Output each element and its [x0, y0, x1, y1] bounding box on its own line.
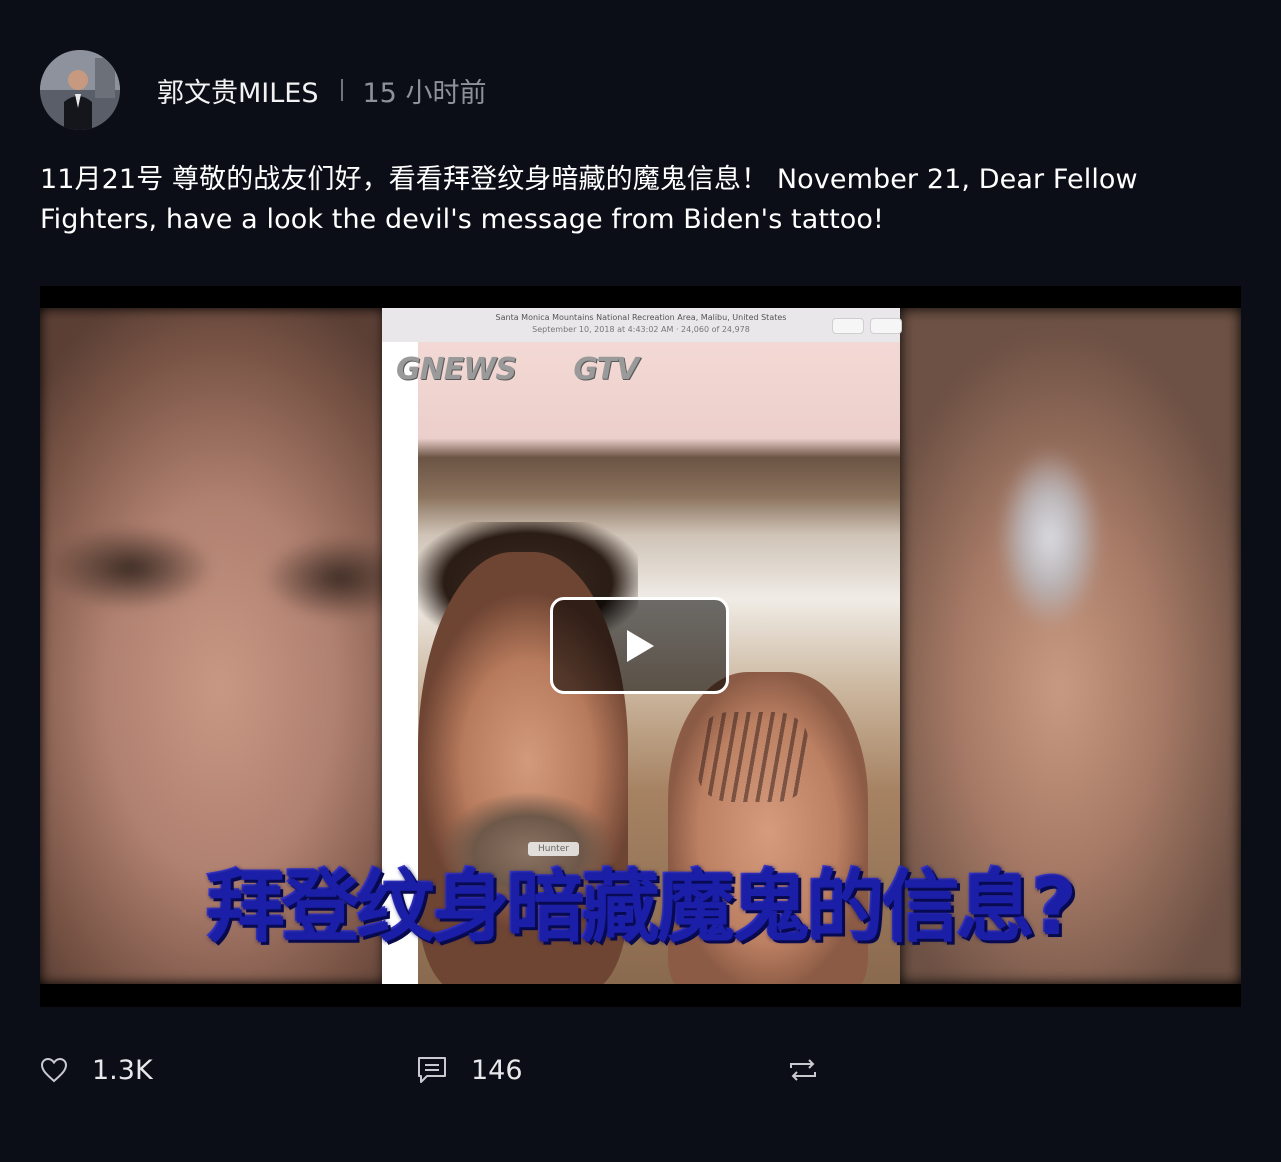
video-caption: 拜登纹身暗藏魔鬼的信息? — [206, 863, 1077, 953]
avatar-portrait — [40, 50, 120, 130]
gnews-logo-text: NEWS — [419, 352, 517, 387]
photo-info-bar: Santa Monica Mountains National Recreati… — [382, 308, 902, 342]
comment-count: 146 — [471, 1054, 523, 1086]
video-player[interactable]: Santa Monica Mountains National Recreati… — [40, 286, 1241, 1007]
header-divider — [340, 79, 343, 101]
info-icon — [832, 318, 864, 334]
comment-button[interactable]: 146 — [417, 1050, 523, 1090]
author-name[interactable]: 郭文贵MILES — [157, 71, 319, 110]
photo-location: Santa Monica Mountains National Recreati… — [495, 313, 787, 322]
person-label: Hunter — [528, 842, 579, 856]
photo-date: September 10, 2018 at 4:43:02 AM · 24,06… — [532, 325, 750, 334]
like-count: 1.3K — [92, 1054, 153, 1086]
gtv-logo-text: TV — [596, 352, 640, 387]
play-icon — [626, 629, 654, 662]
avatar[interactable] — [40, 50, 120, 130]
share-icon — [870, 318, 902, 334]
post-actions: 1.3K 146 — [40, 1050, 1240, 1090]
gnews-logo: GNEWS — [396, 352, 517, 387]
gtv-logo: GTV — [573, 352, 640, 387]
comment-icon — [418, 1057, 446, 1083]
play-button[interactable] — [550, 597, 729, 694]
heart-icon — [40, 1057, 68, 1083]
watermark-logos: GNEWS GTV — [396, 352, 686, 387]
post-text: 11月21号 尊敬的战友们好，看看拜登纹身暗藏的魔鬼信息！ November 2… — [40, 164, 1138, 235]
repost-button[interactable] — [788, 1050, 818, 1090]
repost-icon — [790, 1059, 816, 1081]
post-timestamp: 15 小时前 — [362, 77, 487, 109]
post-header: 郭文贵MILES 15 小时前 — [40, 50, 486, 130]
post-card: 郭文贵MILES 15 小时前 11月21号 尊敬的战友们好，看看拜登纹身暗藏的… — [0, 0, 1281, 1162]
like-button[interactable]: 1.3K — [40, 1050, 153, 1090]
back-tattoo — [698, 712, 808, 802]
